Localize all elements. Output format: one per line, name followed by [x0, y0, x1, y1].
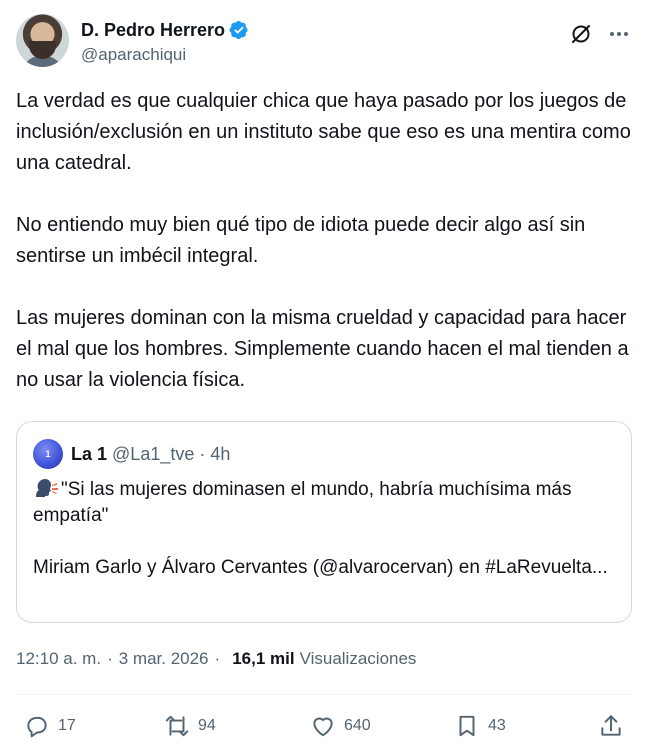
- author-avatar[interactable]: [16, 14, 69, 67]
- share-icon: [601, 715, 621, 736]
- tweet-header: D. Pedro Herrero @aparachiqui: [16, 14, 631, 70]
- reply-icon: [27, 716, 47, 738]
- quoted-author-name[interactable]: La 1: [71, 444, 107, 465]
- tweet-date[interactable]: 3 mar. 2026: [119, 649, 209, 669]
- grok-icon[interactable]: [569, 22, 593, 46]
- separator-dot: ·: [199, 443, 206, 464]
- quoted-tweet-card[interactable]: La 1 @La1_tve · 4h "Si las mujeres domin…: [16, 421, 632, 623]
- quoted-paragraph: Miriam Garlo y Álvaro Cervantes (@alvaro…: [33, 557, 608, 578]
- more-options-icon[interactable]: [607, 22, 631, 46]
- quoted-paragraph: "Si las mujeres dominasen el mundo, habr…: [33, 478, 572, 526]
- heart-icon: [313, 717, 333, 737]
- author-display-name[interactable]: D. Pedro Herrero: [81, 20, 225, 41]
- repost-icon: [165, 715, 189, 737]
- quoted-author-handle[interactable]: @La1_tve: [112, 444, 194, 465]
- bookmark-count: 43: [488, 717, 506, 734]
- separator-dot: ·: [107, 649, 113, 668]
- verified-badge-icon: [229, 20, 249, 40]
- tweet-paragraph: No entiendo muy bien qué tipo de idiota …: [16, 214, 586, 267]
- reply-button[interactable]: 17: [24, 708, 76, 744]
- quoted-tweet-text: "Si las mujeres dominasen el mundo, habr…: [33, 477, 617, 581]
- like-count: 640: [344, 717, 371, 734]
- views-count: 16,1 mil: [232, 649, 295, 668]
- bookmark-button[interactable]: 43: [454, 708, 506, 744]
- like-button[interactable]: 640: [310, 708, 371, 744]
- quoted-author-avatar[interactable]: [33, 439, 63, 469]
- tweet-time[interactable]: 12:10 a. m.: [16, 649, 101, 669]
- author-handle[interactable]: @aparachiqui: [81, 45, 186, 65]
- share-button[interactable]: [598, 708, 624, 744]
- speaking-head-emoji-icon: [33, 478, 59, 498]
- views-label: Visualizaciones: [299, 649, 417, 668]
- tweet-paragraph: La verdad es que cualquier chica que hay…: [16, 90, 631, 174]
- tweet-actions: 17 94 640 43: [16, 708, 631, 744]
- separator-dot: ·: [214, 649, 221, 668]
- divider: [16, 694, 631, 695]
- bookmark-icon: [459, 715, 475, 737]
- repost-count: 94: [198, 717, 216, 734]
- tweet-text: La verdad es que cualquier chica que hay…: [16, 86, 631, 396]
- repost-button[interactable]: 94: [164, 708, 216, 744]
- reply-count: 17: [58, 717, 76, 734]
- tweet-paragraph: Las mujeres dominan con la misma cruelda…: [16, 307, 629, 391]
- quoted-tweet-header: La 1 @La1_tve · 4h: [33, 439, 230, 469]
- tweet-meta: 12:10 a. m. · 3 mar. 2026 · 16,1 mil Vis…: [16, 646, 416, 672]
- quoted-tweet-time[interactable]: 4h: [210, 444, 230, 465]
- author-name-row: D. Pedro Herrero: [81, 18, 249, 42]
